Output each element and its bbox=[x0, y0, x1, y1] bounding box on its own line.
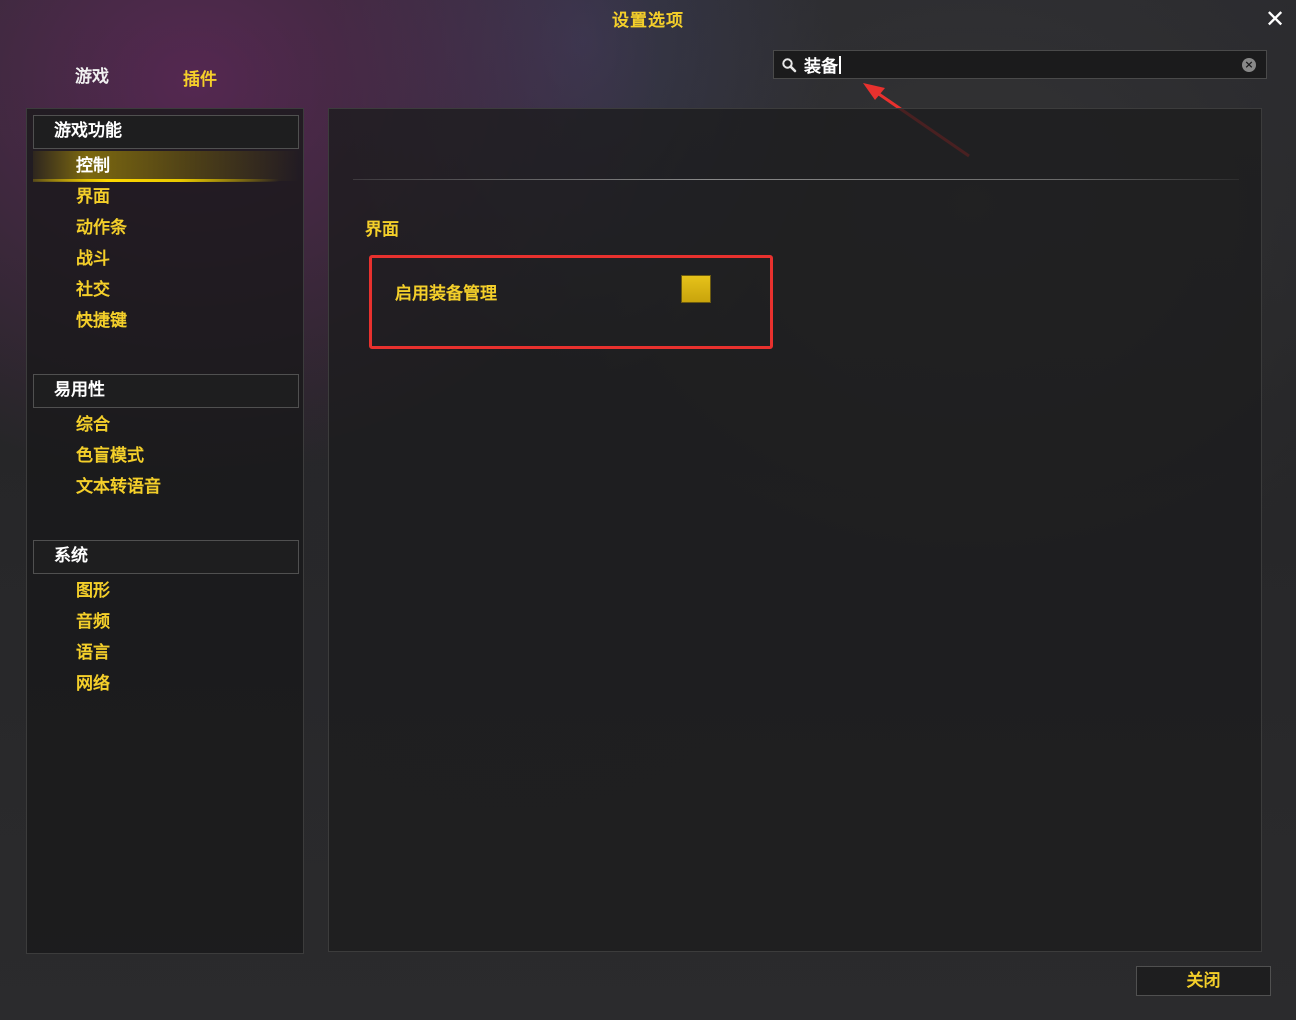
clear-search-icon[interactable]: × bbox=[1242, 58, 1256, 72]
sidebar-item-text-to-speech[interactable]: 文本转语音 bbox=[33, 472, 299, 502]
sidebar-item-keybindings[interactable]: 快捷键 bbox=[33, 306, 299, 336]
search-value: 装备 bbox=[804, 57, 838, 77]
category-header-system[interactable]: 系统 bbox=[33, 540, 299, 574]
sidebar-item-network[interactable]: 网络 bbox=[33, 669, 299, 699]
text-cursor bbox=[839, 55, 841, 74]
sidebar-item-action-bars[interactable]: 动作条 bbox=[33, 213, 299, 243]
close-icon[interactable]: ✕ bbox=[1262, 6, 1288, 32]
sidebar-item-combat[interactable]: 战斗 bbox=[33, 244, 299, 274]
tab-game[interactable]: 游戏 bbox=[75, 62, 109, 87]
category-header-accessibility[interactable]: 易用性 bbox=[33, 374, 299, 408]
header-divider bbox=[353, 179, 1239, 180]
window-title: 设置选项 bbox=[612, 11, 684, 31]
sidebar-item-general[interactable]: 综合 bbox=[33, 410, 299, 440]
section-title: 界面 bbox=[365, 220, 399, 240]
equipment-manager-checkbox[interactable] bbox=[681, 275, 711, 303]
sidebar-item-social[interactable]: 社交 bbox=[33, 275, 299, 305]
sidebar-item-controls[interactable]: 控制 bbox=[33, 151, 299, 182]
sidebar-item-colorblind-mode[interactable]: 色盲模式 bbox=[33, 441, 299, 471]
sidebar-item-interface[interactable]: 界面 bbox=[33, 182, 299, 212]
search-input[interactable]: 装备 × bbox=[773, 50, 1267, 79]
close-button[interactable]: 关闭 bbox=[1136, 966, 1271, 996]
sidebar-item-language[interactable]: 语言 bbox=[33, 638, 299, 668]
settings-sidebar: 游戏功能 控制 界面 动作条 战斗 社交 快捷键 易用性 综合 色盲模式 文本转… bbox=[26, 108, 304, 954]
setting-label-equipment-manager: 启用装备管理 bbox=[395, 284, 497, 304]
sidebar-item-graphics[interactable]: 图形 bbox=[33, 576, 299, 606]
sidebar-item-audio[interactable]: 音频 bbox=[33, 607, 299, 637]
settings-content-panel: 界面 启用装备管理 bbox=[328, 108, 1262, 952]
tab-addons[interactable]: 插件 bbox=[183, 65, 217, 90]
search-icon bbox=[778, 54, 800, 76]
category-header-gameplay[interactable]: 游戏功能 bbox=[33, 115, 299, 149]
